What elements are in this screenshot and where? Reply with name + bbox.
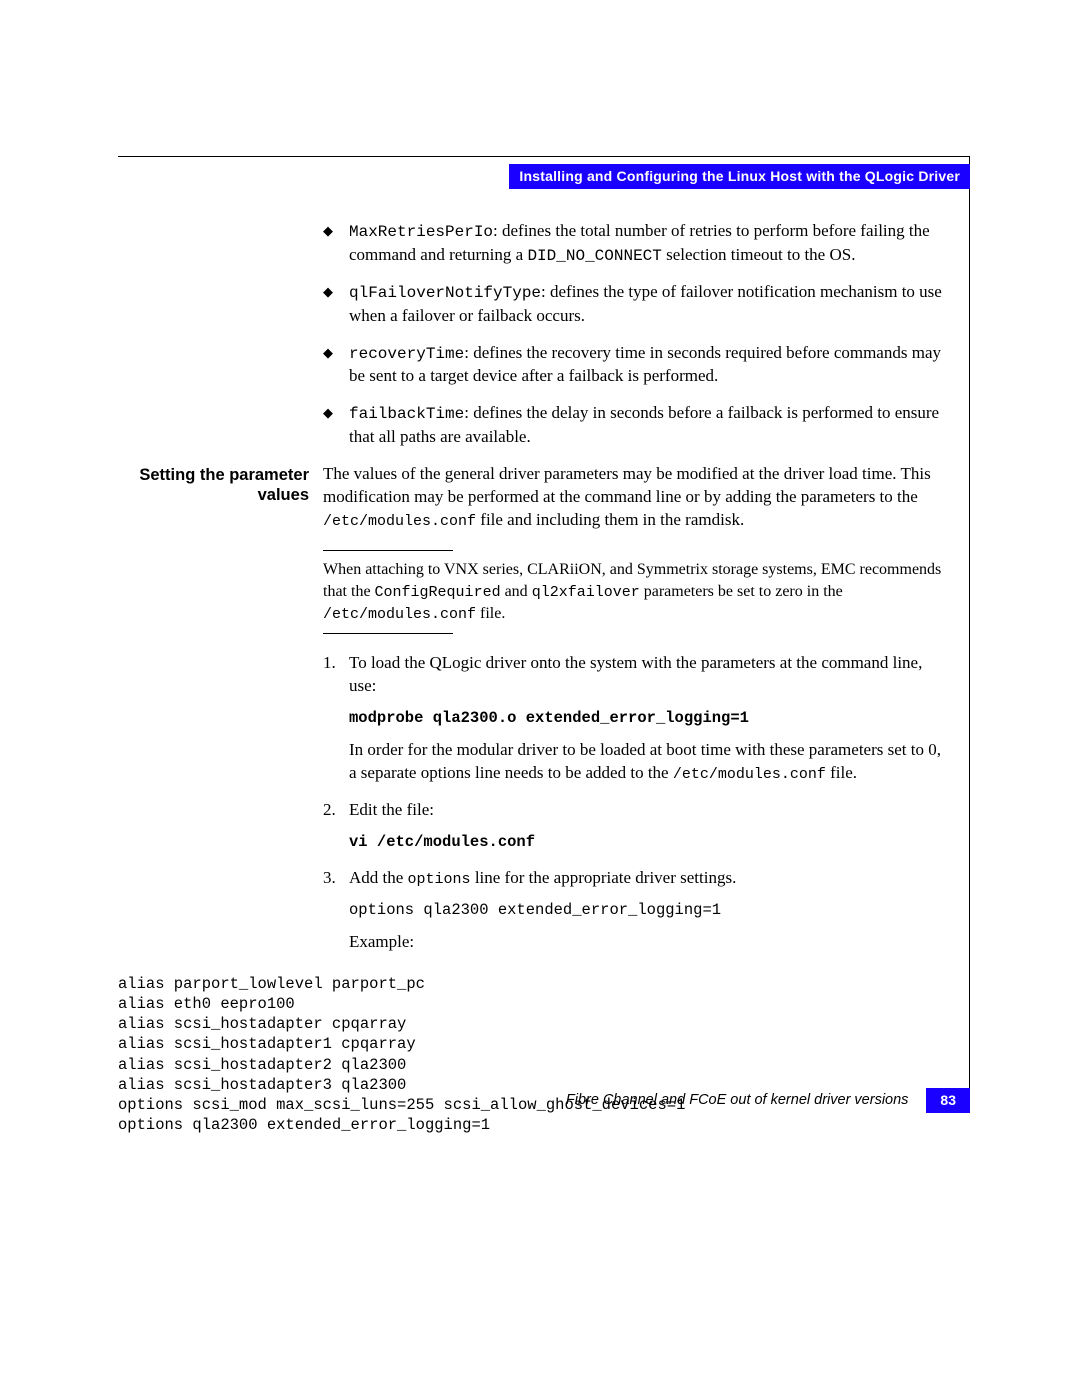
note-end: file. xyxy=(476,605,505,622)
step-1: To load the QLogic driver onto the syste… xyxy=(323,652,950,785)
note-rule-bot xyxy=(323,633,453,634)
param-code2: DID_NO_CONNECT xyxy=(527,247,661,265)
bullet-list: MaxRetriesPerIo: defines the total numbe… xyxy=(323,220,950,449)
param-name: failbackTime xyxy=(349,405,464,423)
note-rule-top xyxy=(323,550,453,551)
step2-cmd: vi /etc/modules.conf xyxy=(349,832,950,853)
section-intro: The values of the general driver paramet… xyxy=(323,463,950,532)
step3-cmd: options qla2300 extended_error_logging=1 xyxy=(349,900,950,921)
note-c1: ConfigRequired xyxy=(375,584,501,601)
note-mid: and xyxy=(501,583,532,600)
section-body: The values of the general driver paramet… xyxy=(323,463,950,968)
param-bullets-row: MaxRetriesPerIo: defines the total numbe… xyxy=(118,220,950,463)
step1-text: To load the QLogic driver onto the syste… xyxy=(349,652,950,698)
step1-post: In order for the modular driver to be lo… xyxy=(349,739,950,785)
intro-b: file and including them in the ramdisk. xyxy=(476,510,744,529)
param-desc-after: selection timeout to the OS. xyxy=(662,245,856,264)
chapter-header: Installing and Configuring the Linux Hos… xyxy=(509,164,970,189)
step2-text: Edit the file: xyxy=(349,799,950,822)
step1-cmd: modprobe qla2300.o extended_error_loggin… xyxy=(349,708,950,729)
bullet-item: qlFailoverNotifyType: defines the type o… xyxy=(323,281,950,328)
bullet-item: MaxRetriesPerIo: defines the total numbe… xyxy=(323,220,950,267)
s1-post-code: /etc/modules.conf xyxy=(673,766,826,783)
intro-code: /etc/modules.conf xyxy=(323,513,476,530)
param-name: recoveryTime xyxy=(349,345,464,363)
steps-list: To load the QLogic driver onto the syste… xyxy=(323,652,950,954)
step-2: Edit the file: vi /etc/modules.conf xyxy=(323,799,950,853)
s3-b: line for the appropriate driver settings… xyxy=(471,868,737,887)
step3-text: Add the options line for the appropriate… xyxy=(349,867,950,890)
margin-empty xyxy=(118,220,323,222)
content: MaxRetriesPerIo: defines the total numbe… xyxy=(118,220,950,1135)
s3-code: options xyxy=(408,871,471,888)
param-name: MaxRetriesPerIo xyxy=(349,223,493,241)
s1-post-b: file. xyxy=(826,763,857,782)
note: When attaching to VNX series, CLARiiON, … xyxy=(323,559,950,625)
page-number: 83 xyxy=(926,1088,970,1113)
top-rule xyxy=(118,156,970,157)
param-bullets: MaxRetriesPerIo: defines the total numbe… xyxy=(323,220,950,463)
footer-text: Fibre Channel and FCoE out of kernel dri… xyxy=(566,1091,909,1111)
footer: Fibre Channel and FCoE out of kernel dri… xyxy=(566,1088,970,1113)
bullet-item: failbackTime: defines the delay in secon… xyxy=(323,402,950,449)
section-row: Setting the parameter values The values … xyxy=(118,463,950,968)
note-c3: /etc/modules.conf xyxy=(323,606,476,623)
page: Installing and Configuring the Linux Hos… xyxy=(0,0,1080,1397)
example-label: Example: xyxy=(349,931,950,954)
step-3: Add the options line for the appropriate… xyxy=(323,867,950,954)
margin-heading: Setting the parameter values xyxy=(118,463,323,506)
bullet-item: recoveryTime: defines the recovery time … xyxy=(323,342,950,389)
param-name: qlFailoverNotifyType xyxy=(349,284,541,302)
s3-a: Add the xyxy=(349,868,408,887)
note-b: parameters be set to zero in the xyxy=(640,583,843,600)
intro-a: The values of the general driver paramet… xyxy=(323,464,931,506)
note-c2: ql2xfailover xyxy=(532,584,640,601)
right-rule xyxy=(969,156,970,1107)
